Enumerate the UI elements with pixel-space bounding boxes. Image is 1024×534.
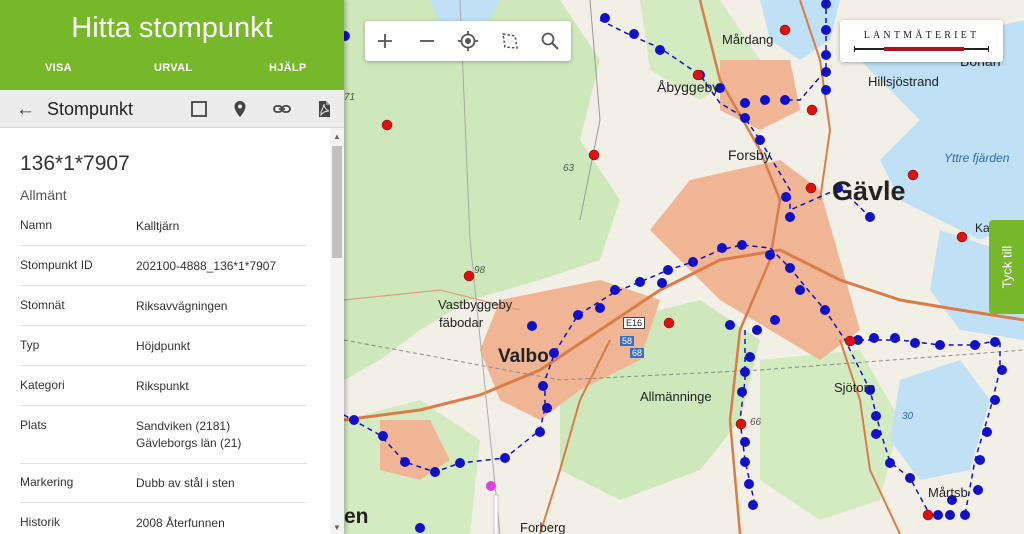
detail-value: 2008 Återfunnen <box>136 516 225 530</box>
map-label: Forberg <box>520 520 566 534</box>
detail-row: Historik 2008 Återfunnen <box>20 515 307 534</box>
lantmateriet-logo: LANTMÄTERIET <box>840 20 1003 62</box>
map-label: Allmänninge <box>640 389 712 404</box>
app-header: Hitta stompunkt VISA URVAL HJÄLP <box>0 0 344 90</box>
zoom-out-icon[interactable] <box>415 29 439 53</box>
detail-value: Rikspunkt <box>136 379 189 393</box>
detail-value: Sandviken (2181) <box>136 419 231 433</box>
map-label: Mårdang <box>722 32 774 47</box>
survey-point-selected[interactable] <box>486 481 496 491</box>
pdf-icon[interactable] <box>314 99 334 119</box>
map-toolbar <box>365 21 571 61</box>
nav-urval[interactable]: URVAL <box>154 62 192 74</box>
detail-value: 202100-4888_136*1*7907 <box>136 259 277 273</box>
search-icon[interactable] <box>538 29 562 53</box>
detail-row: Markering Dubb av stål i sten <box>20 475 307 503</box>
detail-key: Namn <box>20 218 53 232</box>
logo-bar <box>854 46 989 52</box>
zoom-in-icon[interactable] <box>373 29 397 53</box>
point-id: 136*1*7907 <box>20 152 130 175</box>
map-label-gavle: Gävle <box>832 176 906 206</box>
scroll-thumb[interactable] <box>332 146 342 258</box>
checkbox-icon[interactable] <box>189 99 209 119</box>
point-details: 136*1*7907 Allmänt Namn Kalltjärn Stompu… <box>0 128 330 534</box>
side-panel: Hitta stompunkt VISA URVAL HJÄLP ← Stomp… <box>0 0 344 534</box>
detail-row: Namn Kalltjärn <box>20 218 307 246</box>
road-number-label: 58 <box>620 336 635 346</box>
panel-title: Stompunkt <box>47 99 134 119</box>
panel-scrollbar[interactable]: ▲ ▼ <box>330 128 344 534</box>
detail-key: Kategori <box>20 378 65 392</box>
elevation-label: 71 <box>344 92 356 103</box>
map-label-valbo: Valbo <box>498 346 549 367</box>
road-number-label: 68 <box>630 348 645 358</box>
nav-hjalp[interactable]: HJÄLP <box>269 62 307 74</box>
link-icon[interactable] <box>272 99 292 119</box>
detail-row: Stomnät Riksavvägningen <box>20 298 307 326</box>
elevation-label: 30 <box>902 411 914 422</box>
detail-row: Plats Sandviken (2181) Gävleborgs län (2… <box>20 418 307 464</box>
feedback-label: Tyck till <box>999 245 1014 289</box>
detail-value: Gävleborgs län (21) <box>136 436 242 450</box>
nav-visa[interactable]: VISA <box>45 62 72 74</box>
locate-icon[interactable] <box>456 29 480 53</box>
detail-key: Stompunkt ID <box>20 258 93 272</box>
elevation-label: 66 <box>750 417 762 428</box>
detail-row: Kategori Rikspunkt <box>20 378 307 406</box>
polygon-select-icon[interactable] <box>498 29 522 53</box>
map-pin-icon[interactable] <box>230 99 250 119</box>
panel-toolbar: ← Stompunkt <box>0 90 344 128</box>
map-label: Sjötorp <box>834 380 876 395</box>
detail-value: Dubb av stål i sten <box>136 476 235 490</box>
detail-value: Höjdpunkt <box>136 339 191 353</box>
map-label: fäbodar <box>439 315 484 330</box>
section-label: Allmänt <box>20 187 67 203</box>
detail-key: Historik <box>20 515 61 529</box>
back-arrow-icon[interactable]: ← <box>16 99 35 121</box>
scroll-down-icon[interactable]: ▼ <box>333 523 341 532</box>
detail-key: Plats <box>20 418 47 432</box>
detail-row: Stompunkt ID 202100-4888_136*1*7907 <box>20 258 307 286</box>
app-title: Hitta stompunkt <box>71 12 273 44</box>
map-label: Vastbyggeby <box>438 297 513 312</box>
map-label: Åbyggeby <box>657 79 720 95</box>
detail-value: Kalltjärn <box>136 219 180 233</box>
main-nav: VISA URVAL HJÄLP <box>0 60 344 78</box>
detail-row: Typ Höjdpunkt <box>20 338 307 366</box>
map-label: en <box>344 505 369 528</box>
logo-text: LANTMÄTERIET <box>863 30 980 41</box>
detail-key: Markering <box>20 475 74 489</box>
detail-key: Typ <box>20 338 40 352</box>
detail-value: Riksavvägningen <box>136 299 228 313</box>
elevation-label: 98 <box>474 265 486 276</box>
road-number-label: E16 <box>623 317 646 329</box>
detail-key: Stomnät <box>20 298 65 312</box>
map-label-water: Yttre fjärden <box>944 151 1010 165</box>
point-marker-stem <box>493 494 499 534</box>
feedback-tab[interactable]: Tyck till <box>989 220 1024 314</box>
map-label: Hillsjöstrand <box>868 74 939 89</box>
scroll-up-icon[interactable]: ▲ <box>333 132 341 141</box>
map-label: Mårtsb <box>928 485 968 500</box>
elevation-label: 63 <box>563 163 575 174</box>
map-label: Ka <box>975 221 990 235</box>
map-label: Forsby <box>728 147 771 163</box>
